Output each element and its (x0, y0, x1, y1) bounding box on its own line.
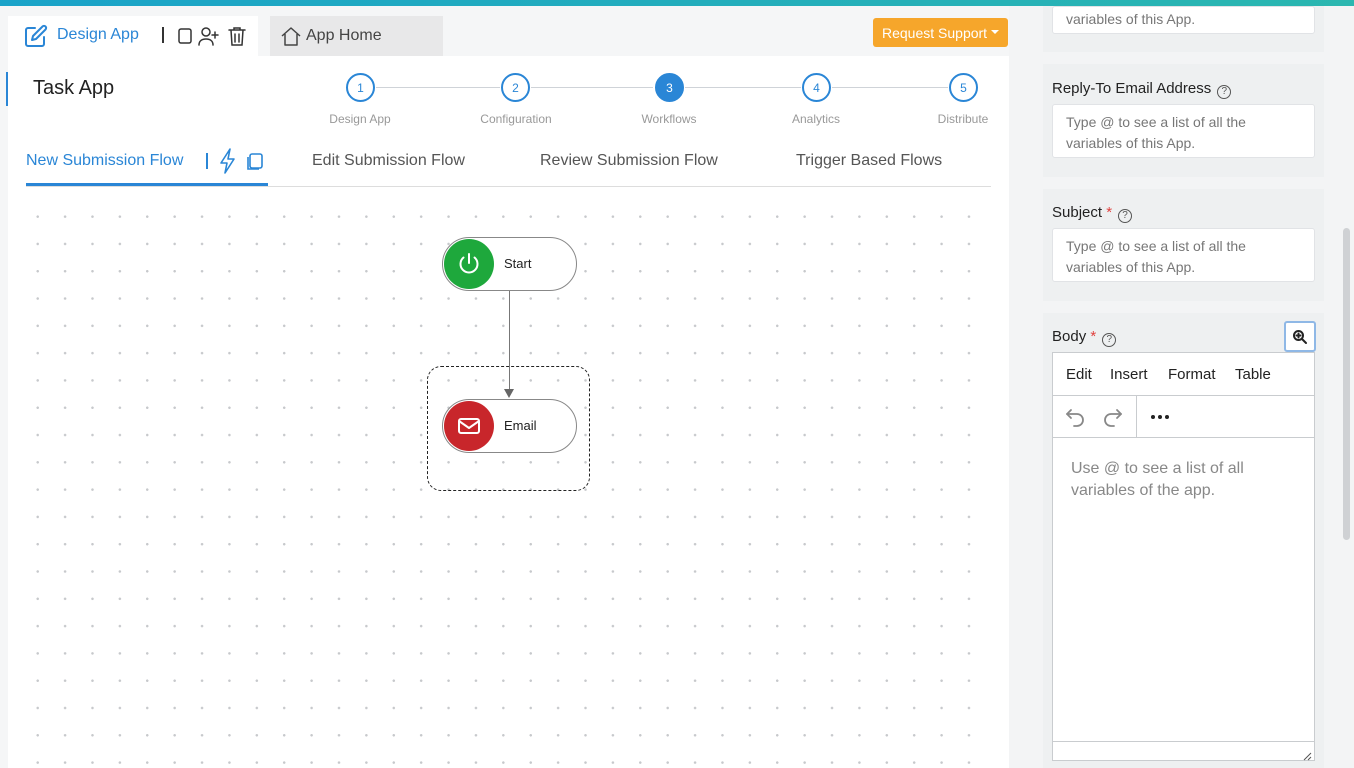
request-support-label: Request Support (882, 24, 988, 41)
step-1[interactable]: 1 (346, 73, 375, 102)
menu-insert[interactable]: Insert (1110, 366, 1148, 383)
flow-tabs-divider (26, 186, 991, 187)
arrowhead-icon (504, 389, 514, 398)
toolbar-divider (1136, 396, 1137, 438)
editor-menubar: Edit Insert Format Table (1053, 353, 1314, 396)
step-label: Configuration (480, 112, 552, 126)
home-icon (280, 25, 302, 47)
step-3[interactable]: 3 (655, 73, 684, 102)
page-title: Task App (33, 77, 115, 99)
copy-icon[interactable] (174, 25, 196, 47)
step-label: Design App (329, 112, 391, 126)
stepper-connector (832, 87, 948, 88)
flow-connector (509, 291, 510, 391)
chevron-down-icon (991, 30, 999, 34)
step-4[interactable]: 4 (802, 73, 831, 102)
edit-icon (24, 24, 48, 48)
step-label: Distribute (937, 112, 989, 126)
menu-table[interactable]: Table (1235, 366, 1271, 383)
design-app-label: Design App (57, 26, 139, 43)
reply-to-email-input[interactable]: Type @ to see a list of all the variable… (1052, 104, 1315, 158)
body-rich-text-editor[interactable]: Edit Insert Format Table Use @ to see a … (1052, 352, 1315, 761)
help-icon[interactable]: ? (1102, 333, 1117, 347)
tab-divider (206, 153, 208, 169)
required-mark: * (1090, 328, 1097, 345)
zoom-in-button[interactable] (1284, 321, 1316, 352)
stepper-connector (376, 87, 500, 88)
design-app-tab[interactable]: Design App (8, 16, 258, 56)
stepper-connector (685, 87, 801, 88)
tab-divider (162, 27, 164, 43)
tab-review-submission-flow[interactable]: Review Submission Flow (540, 152, 718, 170)
app-home-tab[interactable]: App Home (270, 16, 443, 56)
subject-input[interactable]: Type @ to see a list of all the variable… (1052, 228, 1315, 282)
copy-flow-icon[interactable] (246, 151, 266, 171)
trash-icon[interactable] (226, 25, 248, 47)
lightning-icon[interactable] (218, 148, 238, 174)
request-support-button[interactable]: Request Support (873, 18, 1008, 47)
scrollbar-thumb[interactable] (1343, 228, 1350, 540)
node-label: Email (504, 418, 537, 433)
app-title-marker (6, 72, 8, 106)
zoom-in-icon (1293, 329, 1307, 344)
reply-to-label: Reply-To Email Address? (1052, 80, 1232, 99)
subject-label: Subject *? (1052, 204, 1133, 223)
step-label: Workflows (641, 112, 697, 126)
stepper-connector (531, 87, 653, 88)
subject-label-text: Subject (1052, 204, 1103, 221)
node-label: Start (504, 256, 532, 271)
app-home-label: App Home (306, 27, 382, 44)
left-gutter (0, 6, 8, 768)
tab-edit-submission-flow[interactable]: Edit Submission Flow (312, 152, 465, 170)
email-node[interactable]: Email (442, 399, 577, 453)
undo-icon[interactable] (1063, 405, 1087, 429)
previous-field-input[interactable]: variables of this App. (1052, 6, 1315, 34)
menu-format[interactable]: Format (1168, 366, 1216, 383)
start-node[interactable]: Start (442, 237, 577, 291)
step-2[interactable]: 2 (501, 73, 530, 102)
menu-edit[interactable]: Edit (1066, 366, 1092, 383)
step-label: Analytics (791, 112, 841, 126)
mail-icon (444, 401, 494, 451)
power-icon (444, 239, 494, 289)
editor-statusbar (1053, 741, 1314, 761)
step-5[interactable]: 5 (949, 73, 978, 102)
active-tab-indicator (26, 183, 268, 186)
help-icon[interactable]: ? (1118, 209, 1133, 223)
reply-to-label-text: Reply-To Email Address (1052, 80, 1212, 97)
body-label-text: Body (1052, 328, 1087, 345)
editor-placeholder: Use @ to see a list of all variables of … (1071, 460, 1244, 499)
tab-new-submission-flow[interactable]: New Submission Flow (26, 152, 183, 170)
add-user-icon[interactable] (198, 25, 220, 47)
required-mark: * (1106, 204, 1113, 221)
help-icon[interactable]: ? (1217, 85, 1232, 99)
more-options-icon[interactable] (1148, 405, 1172, 429)
body-label: Body *? (1052, 328, 1117, 347)
editor-toolbar (1053, 396, 1314, 438)
redo-icon[interactable] (1101, 405, 1125, 429)
tab-trigger-based-flows[interactable]: Trigger Based Flows (796, 152, 942, 170)
resize-handle-icon[interactable] (1302, 748, 1312, 761)
